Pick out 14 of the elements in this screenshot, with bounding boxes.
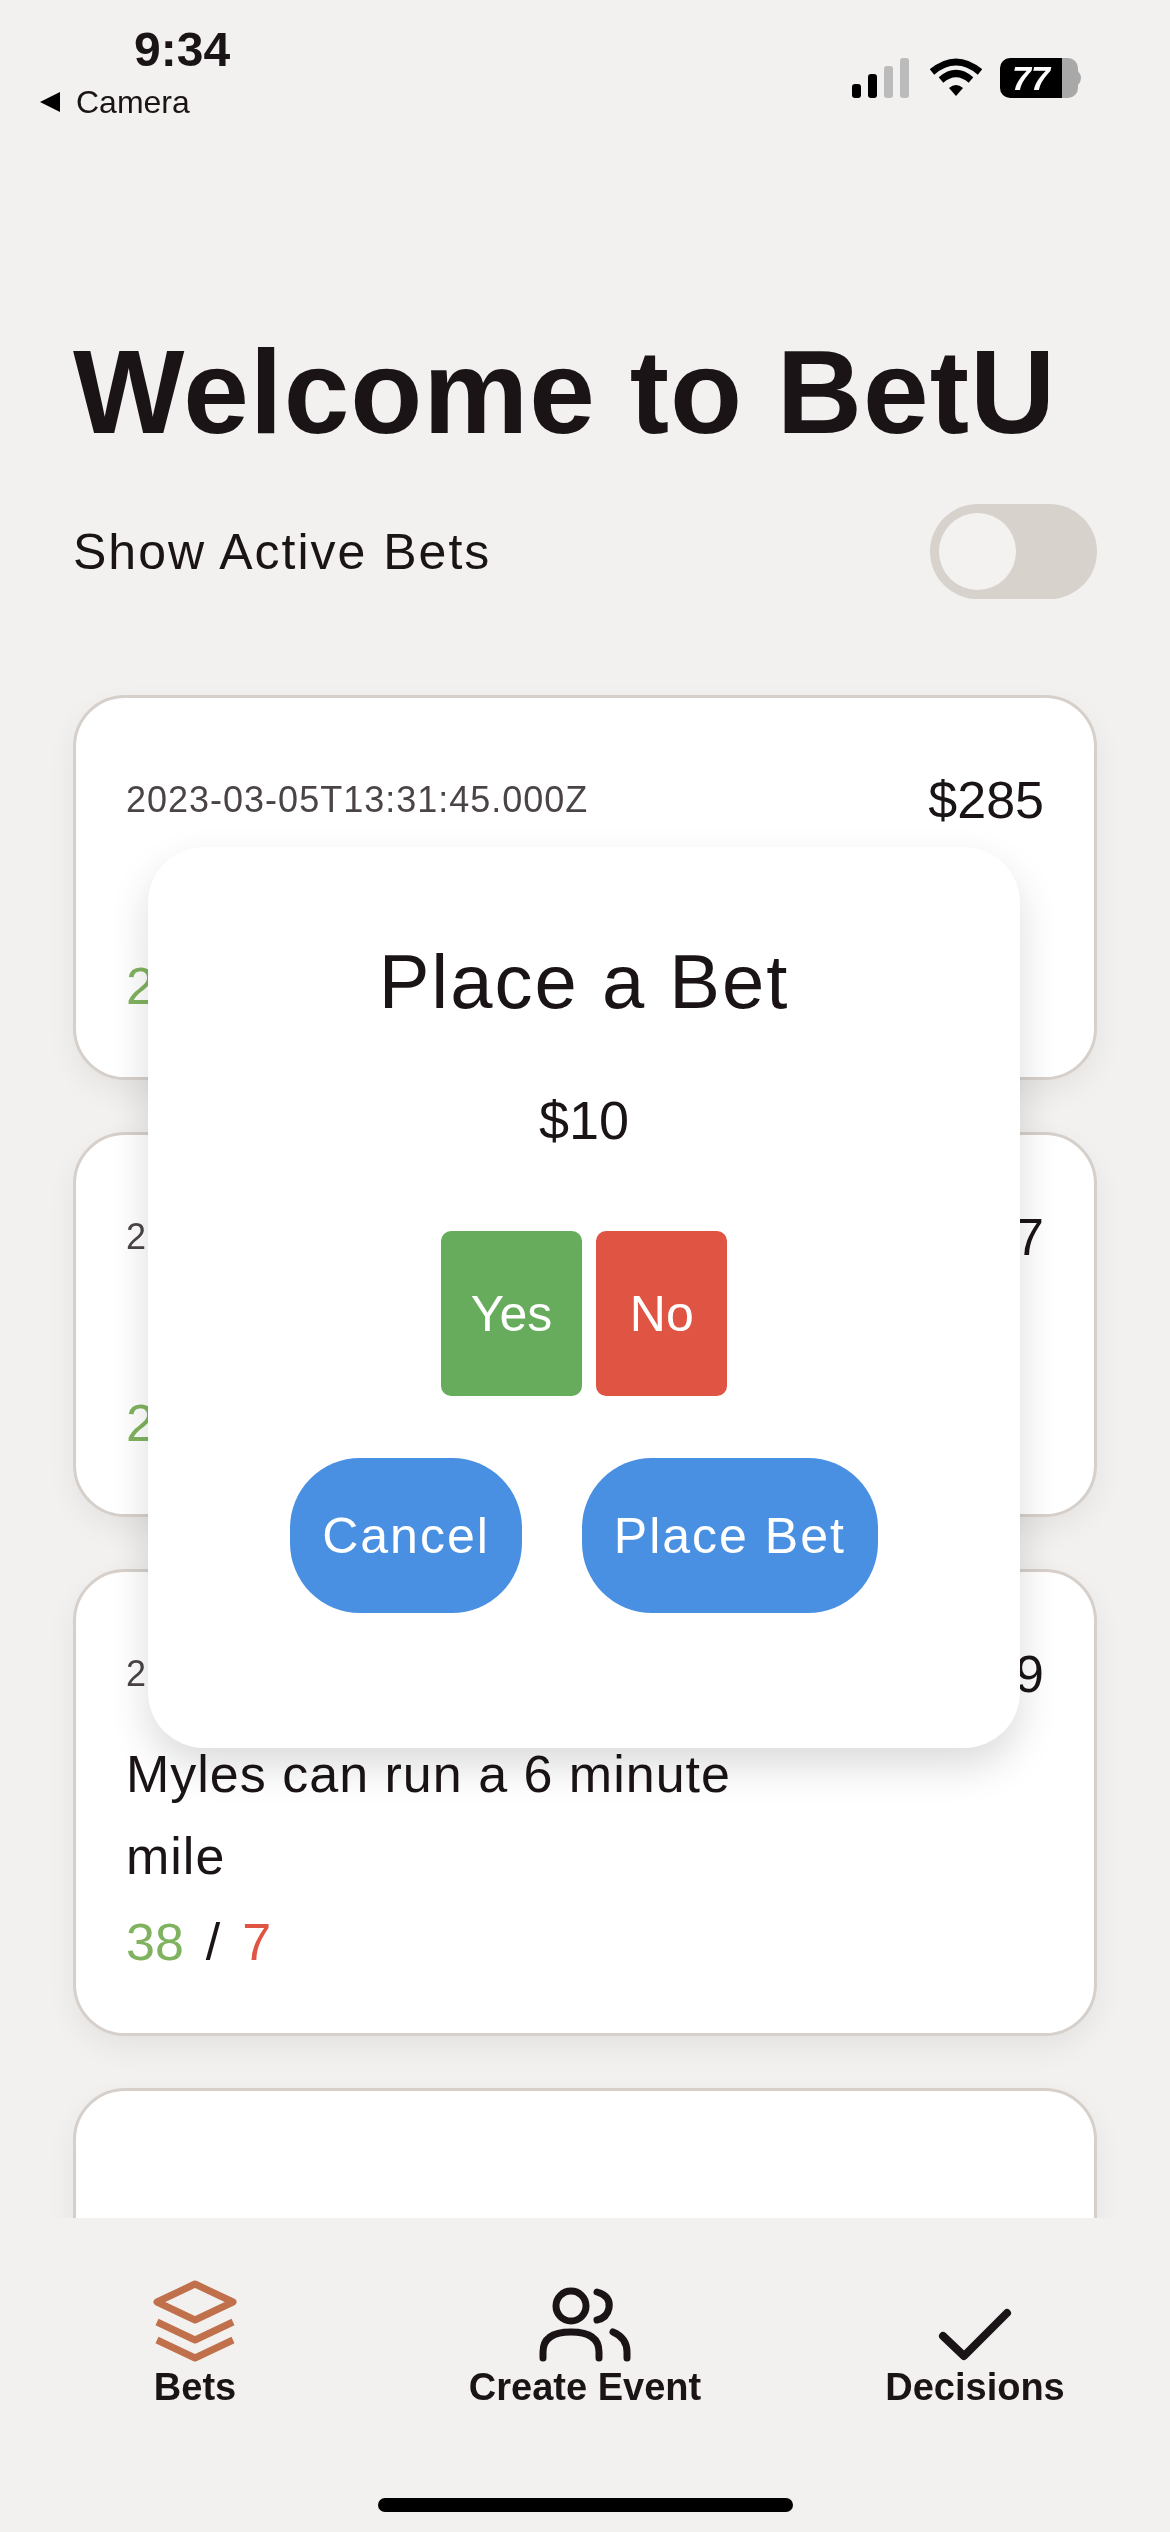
bet-amount: $285: [928, 770, 1044, 830]
bet-date: 2: [126, 1653, 148, 1695]
toggle-label: Show Active Bets: [73, 522, 492, 581]
count-separator: /: [205, 1912, 221, 1973]
page-title: Welcome to BetU: [73, 325, 1058, 460]
no-count: 7: [242, 1912, 272, 1973]
bet-stake: $10: [538, 1089, 630, 1152]
dialog-title: Place a Bet: [378, 938, 790, 1026]
status-time: 9:34: [134, 22, 231, 78]
bet-date: 2023-03-05T13:31:45.000Z: [126, 779, 589, 821]
bet-date: 2: [126, 1216, 148, 1258]
bet-title: Myles can run a 6 minute mile: [126, 1744, 732, 1887]
yes-count: 38: [126, 1912, 184, 1973]
bet-amount: 7: [1015, 1207, 1044, 1267]
